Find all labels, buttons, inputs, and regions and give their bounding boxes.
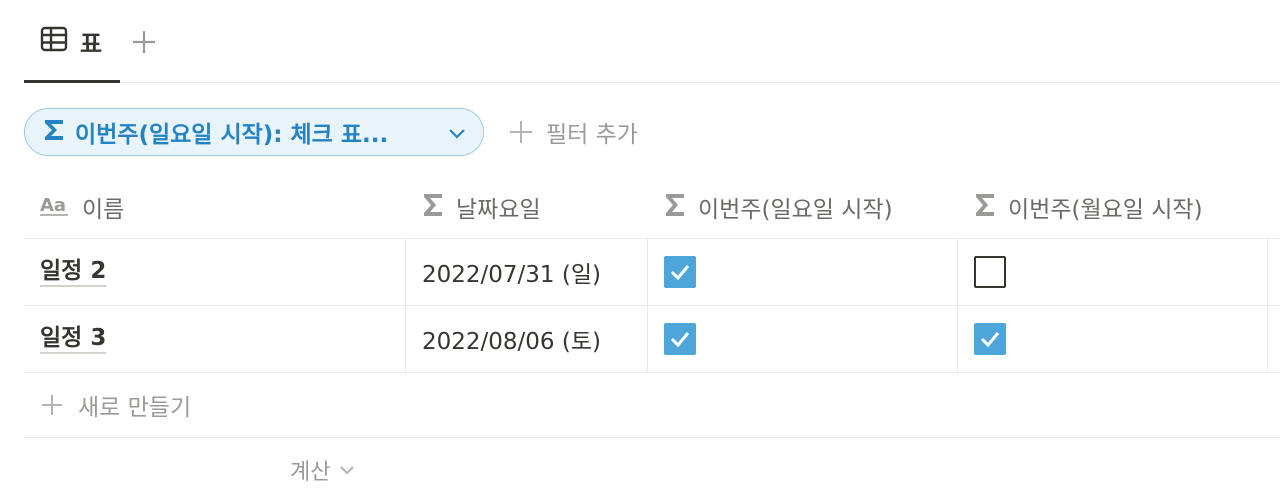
calculate-button[interactable]: 계산 (290, 450, 356, 490)
column-label: 이름 (82, 197, 125, 223)
sigma-icon (664, 192, 686, 222)
filter-chip[interactable]: 이번주(일요일 시작): 체크 표... (24, 108, 484, 156)
checkbox-checked (974, 323, 1006, 355)
chevron-down-icon (340, 466, 355, 475)
cell-name[interactable]: 일정 3 (24, 306, 406, 372)
row-title[interactable]: 일정 2 (40, 257, 107, 287)
plus-icon (42, 395, 62, 415)
plus-icon (510, 121, 532, 143)
table-icon (40, 25, 68, 57)
cell-this-week-monday (958, 306, 1268, 372)
table-header: Aa 이름 날짜요일 이번주(일요일 시작) 이번주(월요일 시작) (24, 176, 1280, 239)
tab-table-view[interactable]: 표 (24, 0, 120, 83)
add-view-button[interactable] (130, 28, 158, 56)
add-filter-label: 필터 추가 (546, 122, 638, 148)
cell-this-week-monday (958, 239, 1268, 305)
calculate-label: 계산 (290, 460, 331, 485)
svg-text:Aa: Aa (40, 195, 66, 216)
text-type-icon: Aa (40, 193, 70, 221)
checkmark-icon (670, 332, 690, 348)
cell-this-week-sunday (648, 239, 958, 305)
column-label: 이번주(월요일 시작) (1008, 197, 1203, 223)
table-row[interactable]: 일정 2 2022/07/31 (일) (24, 239, 1280, 306)
checkmark-icon (670, 265, 690, 281)
date-weekday-value: 2022/08/06 (토) (422, 329, 601, 355)
sigma-icon (43, 118, 65, 146)
table: Aa 이름 날짜요일 이번주(일요일 시작) 이번주(월요일 시작) 일정 2 … (24, 176, 1280, 438)
table-row[interactable]: 일정 3 2022/08/06 (토) (24, 306, 1280, 373)
filter-chip-label: 이번주(일요일 시작): 체크 표... (75, 122, 389, 148)
column-header-name[interactable]: Aa 이름 (24, 176, 406, 238)
tab-label: 표 (80, 29, 103, 58)
active-tab-indicator (24, 80, 120, 83)
plus-icon (133, 31, 155, 53)
checkbox-checked (664, 256, 696, 288)
checkbox-checked (664, 323, 696, 355)
cell-date-weekday[interactable]: 2022/08/06 (토) (406, 306, 648, 372)
row-title[interactable]: 일정 3 (40, 324, 107, 354)
column-label: 이번주(일요일 시작) (698, 197, 893, 223)
cell-this-week-sunday (648, 306, 958, 372)
sigma-icon (422, 192, 444, 222)
cell-date-weekday[interactable]: 2022/07/31 (일) (406, 239, 648, 305)
column-label: 날짜요일 (456, 197, 541, 223)
chevron-down-icon (447, 123, 467, 147)
view-tab-bar: 표 (24, 0, 1280, 83)
database-view: 표 이번주(일요일 시작): 체크 표... 필터 추가 Aa 이름 날짜요일 … (0, 0, 1280, 504)
cell-name[interactable]: 일정 2 (24, 239, 406, 305)
new-row-label: 새로 만들기 (78, 395, 192, 421)
checkbox-unchecked (974, 256, 1006, 288)
add-filter-button[interactable]: 필터 추가 (508, 108, 638, 156)
sigma-icon (974, 192, 996, 222)
checkmark-icon (980, 332, 1000, 348)
column-header-date-weekday[interactable]: 날짜요일 (406, 176, 648, 238)
new-row-button[interactable]: 새로 만들기 (24, 373, 1280, 438)
column-header-this-week-sunday[interactable]: 이번주(일요일 시작) (648, 176, 958, 238)
column-header-this-week-monday[interactable]: 이번주(월요일 시작) (958, 176, 1268, 238)
date-weekday-value: 2022/07/31 (일) (422, 262, 601, 288)
